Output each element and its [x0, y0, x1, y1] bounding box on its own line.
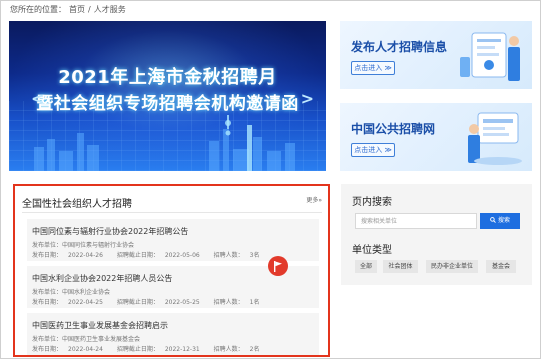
banner-title-line2: 暨社会组织专场招聘会机构邀请函	[36, 94, 299, 114]
flag-icon[interactable]	[268, 256, 288, 276]
deadline-value: 2022-05-06	[164, 252, 200, 259]
headcount: 招聘人数： 1名	[214, 299, 266, 306]
unit-type-tag-foundation[interactable]: 基金会	[486, 260, 516, 273]
deadline: 招聘截止日期： 2022-12-31	[117, 346, 206, 353]
list-item-title[interactable]: 中国水利企业协会2022年招聘人员公告	[32, 273, 172, 284]
headcount-value: 3名	[249, 252, 260, 259]
job-network-illustration-icon	[468, 112, 522, 165]
deadline-value: 2022-05-25	[164, 299, 200, 306]
breadcrumb: 您所在的位置： 首页 / 人才服务	[10, 4, 129, 15]
publisher-label: 发布单位：	[32, 242, 63, 249]
list-item-meta: 发布日期： 2022-04-25 招聘截止日期： 2022-05-25 招聘人数： 1…	[32, 297, 271, 306]
list-item-publisher: 发布单位：中国水利企业协会	[32, 287, 110, 296]
breadcrumb-current: 人才服务	[93, 5, 126, 14]
headcount-value: 1名	[249, 299, 260, 306]
list-item[interactable]: 中国医药卫生事业发展基金会招聘启示 发布单位：中国医药卫生事业发展基金会 发布日…	[27, 313, 319, 355]
deadline-label: 招聘截止日期：	[116, 299, 159, 306]
post-recruitment-enter-button[interactable]: 点击进入 ≫	[351, 61, 395, 75]
banner-prev-arrow-icon[interactable]: <	[31, 89, 44, 108]
banner-next-arrow-icon[interactable]: >	[301, 89, 314, 108]
list-item[interactable]: 中国同位素与辐射行业协会2022年招聘公告 发布单位：中国同位素与辐射行业协会 …	[27, 219, 319, 261]
publish-date-label: 发布日期：	[32, 346, 63, 353]
flag-glyph-icon	[274, 260, 282, 272]
list-item-title[interactable]: 中国同位素与辐射行业协会2022年招聘公告	[32, 226, 188, 237]
publisher-label: 发布单位：	[32, 289, 63, 296]
headcount-label: 招聘人数：	[213, 299, 244, 306]
more-link[interactable]: 更多»	[306, 195, 322, 204]
post-recruitment-card[interactable]: 发布人才招聘信息 点击进入 ≫	[340, 21, 532, 89]
hero-banner[interactable]: 2021年上海市金秋招聘月 暨社会组织专场招聘会机构邀请函 < >	[9, 21, 326, 171]
search-heading: 页内搜索	[352, 197, 392, 208]
headcount: 招聘人数： 2名	[214, 346, 266, 353]
public-recruitment-title: 中国公共招聘网	[351, 122, 436, 136]
post-recruitment-title: 发布人才招聘信息	[351, 40, 448, 54]
banner-title-line1: 2021年上海市金秋招聘月	[58, 67, 277, 88]
publish-date-value: 2022-04-26	[68, 252, 103, 259]
headcount-label: 招聘人数：	[213, 252, 244, 259]
search-icon	[490, 217, 496, 223]
headcount-value: 2名	[249, 346, 260, 353]
publisher-value: 中国医药卫生事业发展基金会	[62, 336, 141, 343]
breadcrumb-prefix: 您所在的位置：	[10, 5, 66, 14]
headcount-label: 招聘人数：	[213, 346, 244, 353]
headcount: 招聘人数： 3名	[214, 252, 266, 259]
publish-date-value: 2022-04-24	[68, 346, 103, 353]
search-input[interactable]: 搜索相关单位	[355, 213, 477, 229]
search-button-label: 搜索	[497, 217, 510, 224]
breadcrumb-home-link[interactable]: 首页	[69, 5, 85, 14]
publisher-value: 中国同位素与辐射行业协会	[62, 242, 135, 249]
search-button[interactable]: 搜索	[480, 213, 520, 229]
unit-type-heading: 单位类型	[352, 245, 392, 256]
publisher-value: 中国水利企业协会	[62, 289, 111, 296]
list-item-title[interactable]: 中国医药卫生事业发展基金会招聘启示	[32, 320, 168, 331]
publish-date-label: 发布日期：	[32, 299, 63, 306]
deadline-value: 2022-12-31	[164, 346, 200, 353]
public-recruitment-card[interactable]: 中国公共招聘网 点击进入 ≫	[340, 103, 532, 171]
heading-divider	[22, 212, 322, 213]
deadline-label: 招聘截止日期：	[116, 346, 159, 353]
city-skyline-graphic	[34, 115, 295, 171]
publisher-label: 发布单位：	[32, 336, 63, 343]
search-panel: 页内搜索 搜索相关单位 搜索 单位类型 全部 社会团体 民办非企业单位 基金会	[341, 184, 532, 285]
list-item-publisher: 发布单位：中国医药卫生事业发展基金会	[32, 334, 140, 343]
publish-date: 发布日期： 2022-04-24	[32, 346, 109, 353]
unit-type-tag-all[interactable]: 全部	[355, 260, 377, 273]
deadline-label: 招聘截止日期：	[116, 252, 159, 259]
breadcrumb-separator: /	[88, 5, 91, 14]
publish-date: 发布日期： 2022-04-26	[32, 252, 109, 259]
public-recruitment-enter-button[interactable]: 点击进入 ≫	[351, 143, 395, 157]
unit-type-tag-social-groups[interactable]: 社会团体	[383, 260, 418, 273]
unit-type-tag-private-non-enterprise[interactable]: 民办非企业单位	[426, 260, 478, 273]
list-item-publisher: 发布单位：中国同位素与辐射行业协会	[32, 240, 134, 249]
recruitment-list-heading: 全国性社会组织人才招聘	[22, 199, 132, 210]
deadline: 招聘截止日期： 2022-05-06	[117, 252, 206, 259]
list-item-meta: 发布日期： 2022-04-24 招聘截止日期： 2022-12-31 招聘人数： 2…	[32, 344, 271, 353]
recruitment-illustration-icon	[460, 32, 520, 81]
publish-date-value: 2022-04-25	[68, 299, 103, 306]
list-item-meta: 发布日期： 2022-04-26 招聘截止日期： 2022-05-06 招聘人数： 3…	[32, 250, 271, 259]
publish-date-label: 发布日期：	[32, 252, 63, 259]
deadline: 招聘截止日期： 2022-05-25	[117, 299, 206, 306]
publish-date: 发布日期： 2022-04-25	[32, 299, 109, 306]
